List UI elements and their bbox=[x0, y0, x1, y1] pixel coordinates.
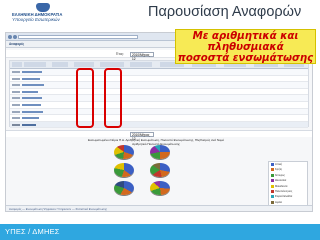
pie-chart-3[interactable] bbox=[114, 163, 134, 177]
table-total-row[interactable] bbox=[10, 121, 308, 129]
back-icon[interactable] bbox=[8, 35, 12, 39]
logo-line-2: Υπουργείο Εσωτερικών bbox=[12, 17, 60, 22]
highlight-numeric-column bbox=[104, 68, 122, 128]
table-row[interactable] bbox=[10, 69, 308, 76]
status-bar: Αναφορές — Ενσωμάτωση Ψηφιακών Υπηρεσιών… bbox=[6, 205, 312, 211]
pie-chart-4[interactable] bbox=[150, 163, 170, 177]
callout-line-1: Με αριθμητικά και bbox=[192, 31, 299, 42]
ministry-logo: ΕΛΛΗΝΙΚΗ ΔΗΜΟΚΡΑΤΙΑ Υπουργείο Εσωτερικών bbox=[6, 3, 88, 23]
footer-bar: ΥΠΕΣ / ΔΜΗΕΣ bbox=[0, 224, 320, 240]
pie-chart-2[interactable] bbox=[150, 145, 170, 159]
highlight-percentage-column bbox=[76, 68, 94, 128]
legend-item: Κρήτη bbox=[271, 168, 282, 172]
legend-item: Αιγαίο bbox=[271, 200, 282, 205]
table-row[interactable] bbox=[10, 76, 308, 83]
pie-chart-5[interactable] bbox=[114, 181, 134, 195]
legend-item: Πελοπόννησος bbox=[271, 190, 292, 194]
legend-item: Στερεά Ελλάδα bbox=[271, 195, 292, 199]
legend-item: Μακεδονία bbox=[271, 184, 287, 189]
legend-item: Αττική bbox=[271, 163, 282, 167]
table-row[interactable] bbox=[10, 89, 308, 96]
greek-crest-icon bbox=[36, 3, 50, 12]
forward-icon[interactable] bbox=[13, 35, 17, 39]
period-select[interactable]: 2010/Μήνας 12 bbox=[130, 51, 154, 61]
chart-legend: Αττική Κρήτη Ήπειρος Θεσσαλία Μακεδονία … bbox=[268, 161, 308, 211]
chart-period-select[interactable]: 2010/Μήνας 12 bbox=[130, 132, 154, 141]
table-row[interactable] bbox=[10, 82, 308, 89]
highlight-callout: Με αριθμητικά και πληθυσμιακά ποσοστά εν… bbox=[175, 29, 316, 64]
legend-item: Ήπειρος bbox=[271, 173, 285, 178]
table-row[interactable] bbox=[10, 102, 308, 109]
slide-title: Παρουσίαση Αναφορών bbox=[148, 4, 302, 20]
table-row[interactable] bbox=[10, 108, 308, 116]
address-bar[interactable] bbox=[18, 34, 138, 39]
pie-chart-6[interactable] bbox=[150, 181, 170, 195]
callout-line-3: ποσοστά ενσωμάτωσης bbox=[177, 53, 314, 64]
report-tab-label[interactable]: Αναφορές bbox=[9, 42, 24, 46]
table-row[interactable] bbox=[10, 115, 308, 122]
callout-line-2: πληθυσμιακά bbox=[207, 42, 284, 53]
period-label: Έτος: bbox=[116, 52, 124, 56]
chart-filter-bar: 2010/Μήνας 12 bbox=[6, 130, 312, 141]
footer-text: ΥΠΕΣ / ΔΜΗΕΣ bbox=[5, 227, 60, 236]
legend-item: Θεσσαλία bbox=[271, 179, 286, 183]
report-table bbox=[9, 60, 309, 129]
pie-chart-1[interactable] bbox=[114, 145, 134, 159]
table-row[interactable] bbox=[10, 95, 308, 102]
